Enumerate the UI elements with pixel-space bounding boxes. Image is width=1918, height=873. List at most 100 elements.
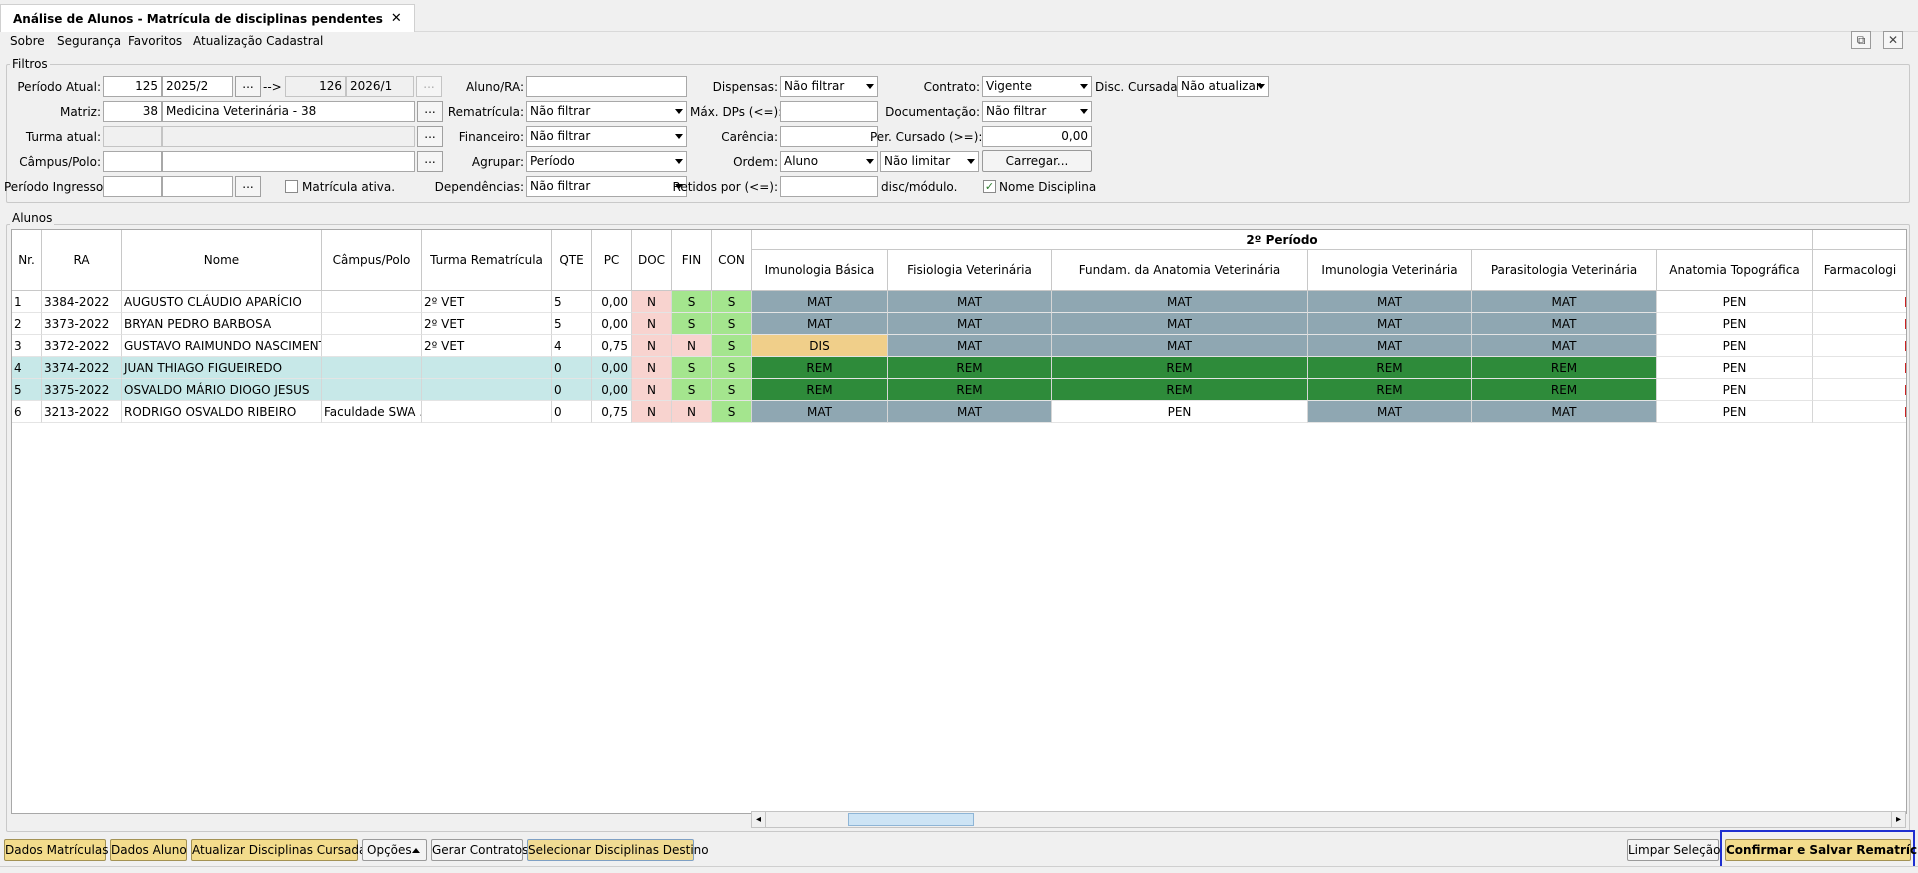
selecionar-disciplinas-button[interactable]: Selecionar Disciplinas Destino (527, 839, 709, 861)
cell-campus[interactable] (322, 291, 422, 313)
agrupar-select[interactable]: Período (526, 151, 687, 172)
cell-turma[interactable]: 2º VET (422, 313, 552, 335)
discipline-header[interactable]: Anatomia Topográfica (1657, 250, 1813, 291)
cell-pc[interactable]: 0,00 (592, 291, 632, 313)
cell-turma[interactable] (422, 379, 552, 401)
cell-nr[interactable]: 2 (12, 313, 42, 335)
cell-discipline-status[interactable]: MAT (1052, 291, 1308, 313)
per-cursado-field[interactable]: 0,00 (982, 126, 1092, 147)
menu-seguranca[interactable]: Segurança (57, 34, 121, 48)
column-header[interactable]: Nr. (12, 230, 42, 291)
cell-discipline-status[interactable]: PEN (1657, 379, 1813, 401)
cell-discipline-status[interactable]: REM (1308, 379, 1472, 401)
column-header[interactable]: CON (712, 230, 752, 291)
cell-discipline-status[interactable]: REM (888, 357, 1052, 379)
cell-qte[interactable]: 0 (552, 401, 592, 423)
horizontal-scrollbar[interactable]: ◂ ▸ (751, 811, 1906, 828)
cell-ra[interactable]: 3373-2022 (42, 313, 122, 335)
dispensas-select[interactable]: Não filtrar (780, 76, 878, 97)
scroll-left-icon[interactable]: ◂ (752, 812, 766, 827)
cell-nome[interactable]: GUSTAVO RAIMUNDO NASCIMENTO (122, 335, 322, 357)
scroll-right-icon[interactable]: ▸ (1891, 812, 1905, 827)
cell-doc[interactable]: N (632, 291, 672, 313)
cell-qte[interactable]: 5 (552, 313, 592, 335)
cell-fin[interactable]: N (672, 401, 712, 423)
periodo-ingresso-lookup-button[interactable]: ... (235, 176, 261, 197)
cell-fin[interactable]: S (672, 291, 712, 313)
disc-cursadas-select[interactable]: Não atualizar (1177, 76, 1269, 97)
limite-select[interactable]: Não limitar (880, 151, 979, 172)
cell-nome[interactable]: AUGUSTO CLÁUDIO APARÍCIO (122, 291, 322, 313)
matriz-code-field[interactable]: 38 (103, 101, 162, 122)
cell-campus[interactable]: Faculdade SWA ... (322, 401, 422, 423)
periodo-atual-lookup-button[interactable]: ... (235, 76, 261, 97)
dados-aluno-button[interactable]: Dados Aluno (110, 839, 187, 861)
cell-con[interactable]: S (712, 357, 752, 379)
alunos-grid[interactable]: Nr. RA Nome Câmpus/Polo Turma Rematrícula QTE… (11, 229, 1907, 814)
cell-ra[interactable]: 3375-2022 (42, 379, 122, 401)
cell-fin[interactable]: S (672, 313, 712, 335)
cell-discipline-status[interactable]: PEN (1657, 401, 1813, 423)
column-header[interactable]: FIN (672, 230, 712, 291)
cell-discipline-status[interactable]: REM (752, 357, 888, 379)
cell-qte[interactable]: 0 (552, 379, 592, 401)
cell-nr[interactable]: 1 (12, 291, 42, 313)
close-window-icon[interactable]: ✕ (1883, 31, 1903, 49)
contrato-select[interactable]: Vigente (982, 76, 1092, 97)
cell-discipline-status[interactable] (1813, 291, 1906, 313)
discipline-header[interactable]: Imunologia Veterinária (1308, 250, 1472, 291)
cell-discipline-status[interactable]: MAT (1472, 313, 1657, 335)
cell-discipline-status[interactable]: PEN (1052, 401, 1308, 423)
atualizar-disciplinas-button[interactable]: Atualizar Disciplinas Cursadas (191, 839, 373, 861)
cell-con[interactable]: S (712, 291, 752, 313)
column-header[interactable]: Câmpus/Polo (322, 230, 422, 291)
cell-discipline-status[interactable]: MAT (1052, 335, 1308, 357)
aluno-ra-field[interactable] (526, 76, 687, 97)
documentacao-select[interactable]: Não filtrar (982, 101, 1092, 122)
cell-discipline-status[interactable]: MAT (752, 291, 888, 313)
cell-doc[interactable]: N (632, 357, 672, 379)
cell-discipline-status[interactable]: DIS (752, 335, 888, 357)
cell-turma[interactable]: 2º VET (422, 291, 552, 313)
cell-fin[interactable]: S (672, 379, 712, 401)
cell-discipline-status[interactable]: PEN (1657, 313, 1813, 335)
rematricula-select[interactable]: Não filtrar (526, 101, 687, 122)
confirmar-salvar-button[interactable]: Confirmar e Salvar Rematrículas (1725, 839, 1918, 861)
cell-discipline-status[interactable]: REM (1472, 379, 1657, 401)
opcoes-button[interactable]: Opções (362, 839, 427, 861)
cell-doc[interactable]: N (632, 379, 672, 401)
column-header[interactable]: Turma Rematrícula (422, 230, 552, 291)
cell-discipline-status[interactable] (1813, 357, 1906, 379)
cell-discipline-status[interactable]: REM (888, 379, 1052, 401)
cell-pc[interactable]: 0,00 (592, 357, 632, 379)
retidos-field[interactable] (780, 176, 878, 197)
limpar-selecao-button[interactable]: Limpar Seleção (1627, 839, 1720, 861)
cell-discipline-status[interactable]: MAT (1472, 401, 1657, 423)
cell-discipline-status[interactable]: REM (752, 379, 888, 401)
column-header[interactable]: QTE (552, 230, 592, 291)
cell-nome[interactable]: RODRIGO OSVALDO RIBEIRO (122, 401, 322, 423)
cell-nome[interactable]: BRYAN PEDRO BARBOSA (122, 313, 322, 335)
cell-campus[interactable] (322, 379, 422, 401)
cell-discipline-status[interactable]: REM (1052, 357, 1308, 379)
periodo-atual-code-field[interactable]: 125 (103, 76, 162, 97)
cell-discipline-status[interactable]: MAT (1308, 401, 1472, 423)
cell-discipline-status[interactable]: PEN (1657, 357, 1813, 379)
cell-qte[interactable]: 5 (552, 291, 592, 313)
financeiro-select[interactable]: Não filtrar (526, 126, 687, 147)
cell-discipline-status[interactable]: MAT (888, 291, 1052, 313)
campus-polo-field[interactable] (162, 151, 415, 172)
carregar-button[interactable]: Carregar... (982, 150, 1092, 172)
cell-discipline-status[interactable]: PEN (1657, 291, 1813, 313)
ordem-select[interactable]: Aluno (780, 151, 878, 172)
cell-turma[interactable] (422, 357, 552, 379)
cell-ra[interactable]: 3384-2022 (42, 291, 122, 313)
cell-turma[interactable] (422, 401, 552, 423)
cell-discipline-status[interactable] (1813, 335, 1906, 357)
max-dps-field[interactable] (780, 101, 878, 122)
discipline-header[interactable]: Fisiologia Veterinária (888, 250, 1052, 291)
cell-pc[interactable]: 0,00 (592, 379, 632, 401)
detach-window-icon[interactable]: ⧉ (1851, 31, 1871, 49)
gerar-contratos-button[interactable]: Gerar Contratos (431, 839, 528, 861)
cell-discipline-status[interactable]: MAT (752, 313, 888, 335)
